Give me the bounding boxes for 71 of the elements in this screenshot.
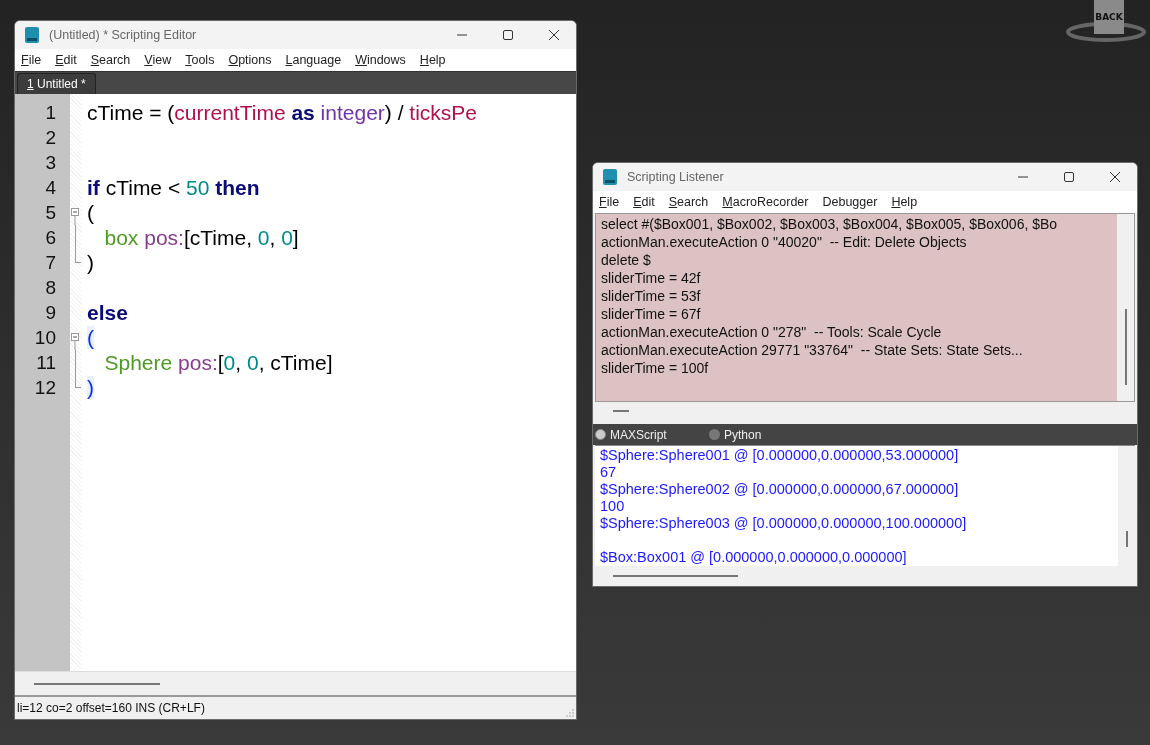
scrollbar-thumb[interactable] <box>613 575 738 577</box>
radio-label[interactable]: MAXScript <box>610 427 667 442</box>
app-icon <box>602 168 618 186</box>
app-icon <box>24 26 40 44</box>
macro-line: delete $ <box>601 251 652 269</box>
output-line: $Box:Box001 @ [0.000000,0.000000,0.000000] <box>600 549 907 565</box>
viewcube-drawing[interactable]: BACK <box>1066 0 1146 42</box>
macro-line: actionMan.executeAction 0 "40020" -- Edit: Delete Objects <box>601 233 968 251</box>
menu-item[interactable]: Debugger <box>822 195 878 209</box>
resize-grip-icon[interactable] <box>566 709 574 717</box>
output-line: 100 <box>600 498 625 514</box>
scrollbar-thumb[interactable] <box>1126 531 1128 547</box>
scrollbar-thumb[interactable] <box>34 682 160 685</box>
menu-item[interactable]: File <box>599 195 620 209</box>
macro-line: select #($Box001, $Box002, $Box003, $Box004, $Box005, $Box006, $Bo <box>601 215 1059 233</box>
maximize-icon[interactable] <box>502 29 514 41</box>
output-line: 67 <box>600 464 617 480</box>
macro-line: sliderTime = 42f <box>601 269 702 287</box>
menu-item[interactable]: Tools <box>185 53 215 67</box>
line-number: 7 <box>44 251 57 275</box>
code-line: ) <box>87 251 94 274</box>
line-number: 3 <box>44 151 57 175</box>
menu-item[interactable]: Search <box>90 53 131 67</box>
output-line: $Sphere:Sphere001 @ [0.000000,0.000000,53.000000] <box>600 447 959 463</box>
menu-item[interactable]: Search <box>668 195 709 209</box>
line-number: 12 <box>33 376 57 400</box>
macro-line: sliderTime = 53f <box>601 287 702 305</box>
close-icon[interactable] <box>548 29 560 41</box>
line-number: 10 <box>33 326 57 350</box>
menu-item[interactable]: Options <box>228 53 272 67</box>
radio-label[interactable]: Python <box>724 427 762 442</box>
menu-item[interactable]: Help <box>891 195 918 209</box>
line-number: 5 <box>44 201 57 225</box>
menu-item[interactable]: File <box>21 53 42 67</box>
code-line: else <box>87 301 128 324</box>
menu-item[interactable]: Windows <box>355 53 406 67</box>
menu-item[interactable]: Help <box>419 53 446 67</box>
line-number: 8 <box>44 276 57 300</box>
line-number: 11 <box>35 351 57 375</box>
window-title: Scripting Listener <box>627 170 724 184</box>
macro-line: actionMan.executeAction 0 "278" -- Tools: Scale Cycle <box>601 323 943 341</box>
macro-line: sliderTime = 67f <box>601 305 702 323</box>
code-line: box pos:[cTime, 0, 0] <box>103 226 299 249</box>
menu-item[interactable]: View <box>144 53 172 67</box>
scrollbar-thumb[interactable] <box>613 410 629 412</box>
line-number: 2 <box>44 126 57 150</box>
code-line: if cTime < 50 then <box>87 176 260 199</box>
macro-line: sliderTime = 100f <box>601 359 710 377</box>
close-icon[interactable] <box>1109 171 1121 183</box>
output-line: $Sphere:Sphere003 @ [0.000000,0.000000,100.000000] <box>600 515 967 531</box>
editor-tab[interactable]: 1 Untitled * <box>17 73 96 94</box>
maximize-icon[interactable] <box>1063 171 1075 183</box>
line-number: 4 <box>44 176 57 200</box>
menu-item[interactable]: Edit <box>55 53 77 67</box>
macro-line: actionMan.executeAction 29771 "33764" -- State Sets: State Sets... <box>601 341 1024 359</box>
menu-item[interactable]: MacroRecorder <box>722 195 809 209</box>
window-title: (Untitled) * Scripting Editor <box>49 28 197 42</box>
output-line: $Sphere:Sphere002 @ [0.000000,0.000000,67.000000] <box>600 481 959 497</box>
menu-item[interactable]: Language <box>285 53 342 67</box>
code-line: ( <box>87 201 94 224</box>
menu-item[interactable]: Edit <box>633 195 655 209</box>
code-line: cTime = (currentTime as integer) / ticksPe <box>87 101 477 124</box>
radio-button[interactable] <box>595 429 606 440</box>
line-number: 1 <box>44 101 57 125</box>
radio-button[interactable] <box>709 429 720 440</box>
scrollbar-thumb[interactable] <box>1125 309 1127 385</box>
line-number: 6 <box>44 226 57 250</box>
code-area[interactable]: cTime = (currentTime as integer) / ticksPe if cTime < 50 then ( box pos:[cTime, 0, 0] ) else ( Sphere pos:[0, 0, cTime] ) <box>82 94 576 671</box>
code-line: Sphere pos:[0, 0, cTime] <box>103 351 333 374</box>
status-text: li=12 co=2 offset=160 INS (CR+LF) <box>17 701 205 715</box>
line-number: 9 <box>44 301 57 325</box>
